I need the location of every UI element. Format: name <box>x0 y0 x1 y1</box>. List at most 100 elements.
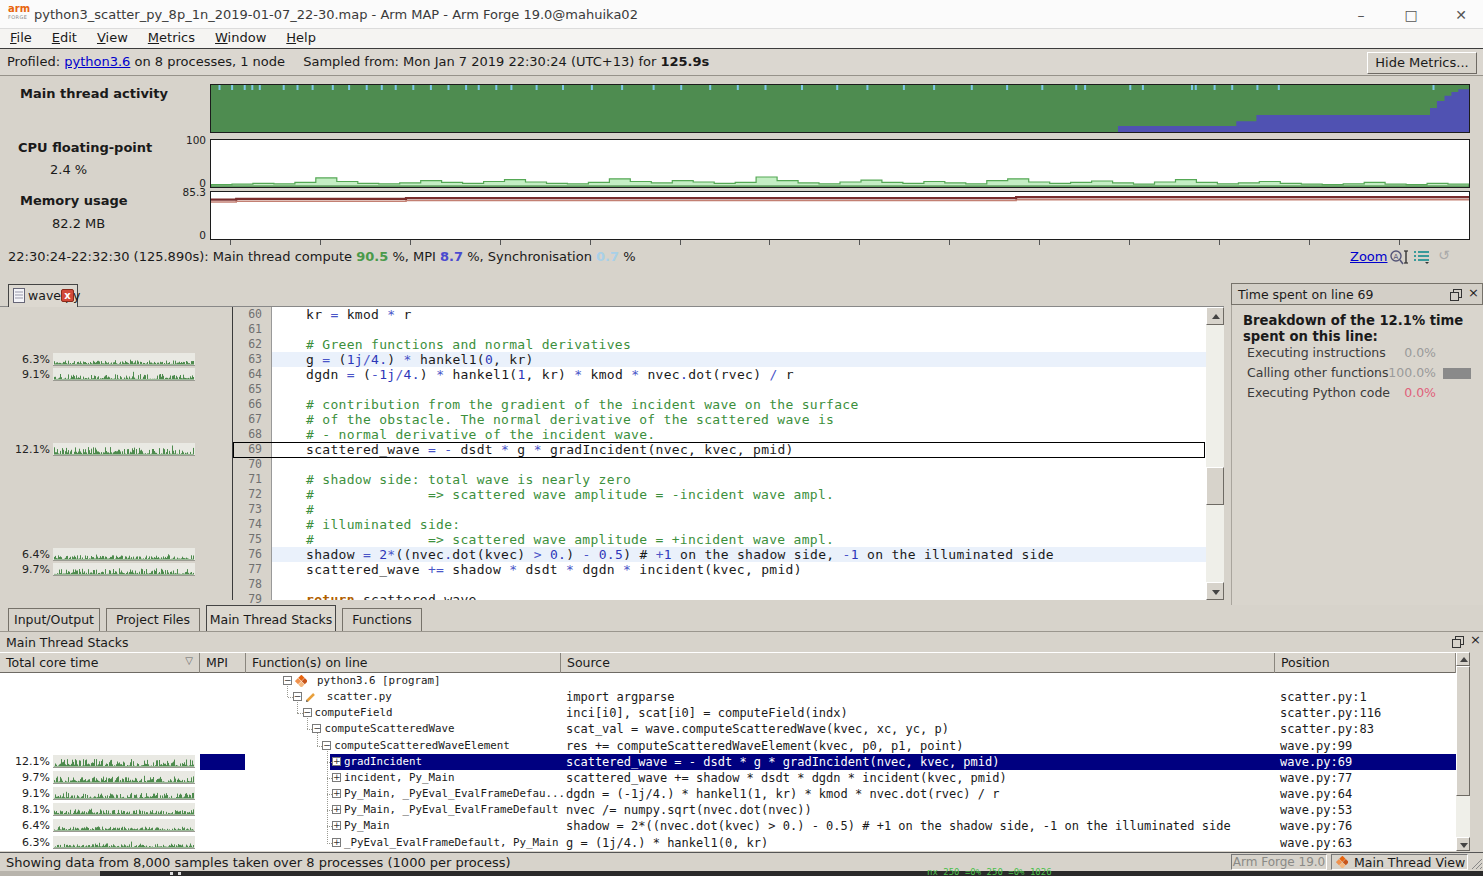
code-line-70[interactable] <box>272 457 1206 472</box>
function-name: computeField <box>315 705 393 721</box>
column-header-mpi[interactable]: MPI <box>200 653 246 673</box>
scroll-up-button[interactable] <box>1456 652 1470 666</box>
column-header-position[interactable]: Position <box>1275 653 1456 673</box>
menu-help[interactable]: Help <box>276 29 326 48</box>
tab-main-thread-stacks[interactable]: Main Thread Stacks <box>206 605 336 631</box>
stack-row-scatter-py[interactable]: −scatter.pyimport argparsescatter.py:1 <box>0 689 1470 705</box>
reset-zoom-icon[interactable]: ↺ <box>1438 247 1454 265</box>
main-thread-activity-chart[interactable] <box>210 84 1470 133</box>
table-vertical-scrollbar[interactable] <box>1456 652 1470 851</box>
editor-panel-splitter[interactable] <box>1224 278 1231 605</box>
code-line-74[interactable]: # illuminated side: <box>272 517 1206 532</box>
function-name: python3.6 [program] <box>317 673 441 689</box>
tree-expander[interactable]: + <box>332 789 341 798</box>
stack-row-gradincident[interactable]: 12.1%+gradIncidentscattered_wave = - dsd… <box>0 754 1470 770</box>
line-number: 63 <box>233 352 262 367</box>
tree-expander[interactable]: − <box>322 741 331 750</box>
program-icon <box>295 675 307 690</box>
code-line-71[interactable]: # shadow side: total wave is nearly zero <box>272 472 1206 487</box>
zoom-link[interactable]: Zoom <box>1350 249 1387 264</box>
scroll-thumb[interactable] <box>1206 467 1224 505</box>
mpi-bar <box>200 754 245 770</box>
column-header-function-s-on-line[interactable]: Function(s) on line <box>246 653 561 673</box>
stack-row-py-main-pyeval-evalframedefau-[interactable]: 9.1%+Py_Main, _PyEval_EvalFrameDefau...d… <box>0 786 1470 802</box>
hide-metrics-button[interactable]: Hide Metrics... <box>1367 52 1477 74</box>
code-line-63[interactable]: g = (1j/4.) * hankel1(0, kr) <box>272 352 1206 367</box>
code-line-77[interactable]: scattered_wave += shadow * dsdt * dgdn *… <box>272 562 1206 577</box>
undock-icon[interactable] <box>1452 636 1464 648</box>
code-line-64[interactable]: dgdn = (-1j/4.) * hankel1(1, kr) * kmod … <box>272 367 1206 382</box>
tree-expander[interactable]: − <box>283 676 292 685</box>
scroll-thumb[interactable] <box>1456 666 1470 796</box>
line-number: 65 <box>233 382 262 397</box>
program-link[interactable]: python3.6 <box>64 54 130 69</box>
stack-row--pyeval-evalframedefault-py-main[interactable]: 6.3%+_PyEval_EvalFrameDefault, Py_Maing … <box>0 835 1470 851</box>
editor-tab-wave-py[interactable]: wave.py x <box>8 284 78 307</box>
code-line-65[interactable] <box>272 382 1206 397</box>
breakdown-row: Executing Python code 0.0% <box>1247 385 1478 401</box>
view-mode-box[interactable]: Main Thread View <box>1331 854 1468 870</box>
column-header-total-core-time[interactable]: Total core time▽ <box>0 653 200 673</box>
close-button[interactable]: ✕ <box>1452 6 1470 24</box>
duration-value: 125.9s <box>660 54 709 69</box>
tree-expander[interactable]: − <box>293 692 302 701</box>
code-line-61[interactable] <box>272 322 1206 337</box>
code-line-67[interactable]: # of the obstacle. The normal derivative… <box>272 412 1206 427</box>
menu-edit[interactable]: Edit <box>42 29 87 48</box>
panel-close-icon[interactable]: × <box>1470 632 1482 648</box>
code-line-68[interactable]: # - normal derivative of the incident wa… <box>272 427 1206 442</box>
tree-expander[interactable]: + <box>332 757 341 766</box>
tree-expander[interactable]: + <box>332 821 341 830</box>
code-line-75[interactable]: # => scattered wave amplitude = +inciden… <box>272 532 1206 547</box>
tree-expander[interactable]: + <box>332 805 341 814</box>
code-line-79[interactable]: return scattered_wave <box>272 592 1206 600</box>
tree-expander[interactable]: − <box>303 708 312 717</box>
stack-row-py-main-pyeval-evalframedefault[interactable]: 8.1%+Py_Main, _PyEval_EvalFrameDefaultnv… <box>0 802 1470 818</box>
metrics-list-icon[interactable] <box>1413 250 1431 264</box>
tree-expander[interactable]: + <box>332 838 341 847</box>
stack-row-python3-6-program-[interactable]: − python3.6 [program] <box>0 673 1470 689</box>
minimize-button[interactable]: – <box>1352 6 1370 24</box>
undock-icon[interactable] <box>1450 289 1462 301</box>
tab-functions[interactable]: Functions <box>342 608 422 631</box>
scroll-down-button[interactable] <box>1456 837 1470 851</box>
stack-row-computescatteredwave[interactable]: −computeScatteredWavescat_val = wave.com… <box>0 721 1470 737</box>
line-time-percent: 6.3% <box>0 353 50 366</box>
stack-row-computefield[interactable]: −computeFieldinci[i0], scat[i0] = comput… <box>0 705 1470 721</box>
menu-file[interactable]: File <box>0 29 42 48</box>
tab-input-output[interactable]: Input/Output <box>8 608 100 631</box>
menu-window[interactable]: Window <box>205 29 276 48</box>
editor-vertical-scrollbar[interactable] <box>1206 307 1224 600</box>
scroll-down-button[interactable] <box>1206 582 1224 600</box>
stack-row-computescatteredwaveelement[interactable]: −computeScatteredWaveElementres += compu… <box>0 738 1470 754</box>
tree-expander[interactable]: − <box>312 724 321 733</box>
tab-project-files[interactable]: Project Files <box>106 608 200 631</box>
resize-grip[interactable] <box>1470 857 1482 869</box>
code-line-76[interactable]: shadow = 2*((nvec.dot(kvec) > 0.) - 0.5)… <box>272 547 1206 562</box>
code-line-62[interactable]: # Green functions and normal derivatives <box>272 337 1206 352</box>
compute-percent: 90.5 <box>356 249 388 264</box>
maximize-button[interactable]: □ <box>1402 6 1420 24</box>
breakdown-label: Calling other functions <box>1247 365 1389 380</box>
code-line-66[interactable]: # contribution from the gradient of the … <box>272 397 1206 412</box>
cpu-floating-point-chart[interactable] <box>210 139 1470 188</box>
code-line-60[interactable]: kr = kmod * r <box>272 307 1206 322</box>
menu-metrics[interactable]: Metrics <box>138 29 205 48</box>
scroll-up-button[interactable] <box>1206 307 1224 325</box>
stack-row-py-main[interactable]: 6.4%+Py_Mainshadow = 2*((nvec.dot(kvec) … <box>0 818 1470 834</box>
version-box: Arm Forge 19.0 <box>1231 854 1327 870</box>
tree-expander[interactable]: + <box>332 773 341 782</box>
position: scatter.py:116 <box>1280 705 1381 721</box>
menu-view[interactable]: View <box>87 29 138 48</box>
code-line-78[interactable] <box>272 577 1206 592</box>
code-line-73[interactable]: # <box>272 502 1206 517</box>
line-number: 73 <box>233 502 262 517</box>
code-line-72[interactable]: # => scattered wave amplitude = -inciden… <box>272 487 1206 502</box>
core-time-sparkline <box>53 787 195 803</box>
column-header-source[interactable]: Source <box>561 653 1275 673</box>
stack-row-incident-py-main[interactable]: 9.7%+incident, Py_Mainscattered_wave += … <box>0 770 1470 786</box>
memory-usage-chart[interactable] <box>210 191 1470 240</box>
panel-close-icon[interactable]: × <box>1468 285 1480 301</box>
zoom-select-icon[interactable]: A <box>1389 248 1409 266</box>
tab-close-icon[interactable]: x <box>61 289 74 302</box>
